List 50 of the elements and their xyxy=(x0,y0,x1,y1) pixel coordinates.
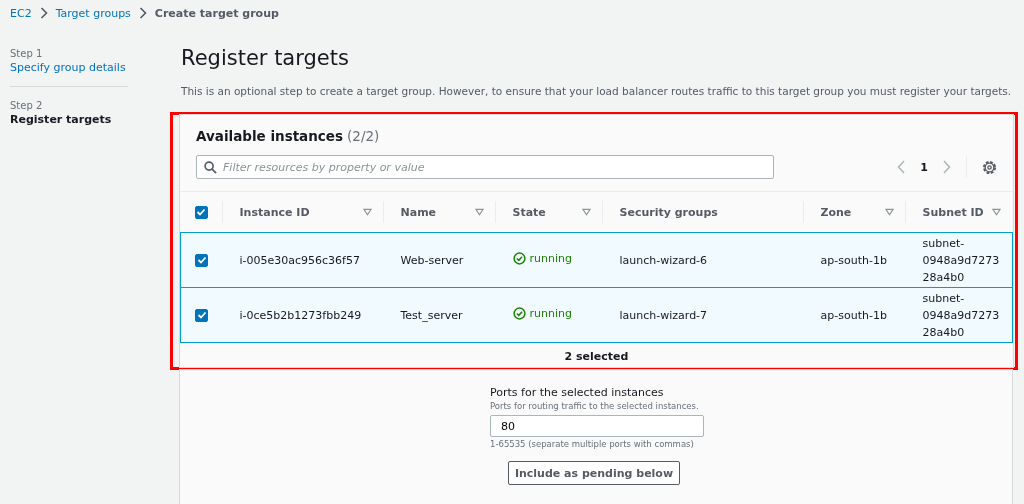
sort-icon[interactable] xyxy=(884,208,894,216)
step-link[interactable]: Register targets xyxy=(10,113,128,126)
field-label: Ports for the selected instances xyxy=(490,386,665,399)
next-page-icon[interactable] xyxy=(943,160,951,174)
breadcrumb-link[interactable]: EC2 xyxy=(10,6,32,20)
row-checkbox[interactable] xyxy=(195,308,208,322)
panel-title: Available instances xyxy=(196,128,344,144)
page-description: This is an optional step to create a target group. However, to ensure that your load balancer routes traffic to this target group you must register your targets. xyxy=(181,85,1013,97)
state-text: running xyxy=(529,252,572,265)
sort-icon[interactable] xyxy=(474,208,484,216)
sort-icon[interactable] xyxy=(362,208,372,216)
chevron-icon xyxy=(138,7,147,19)
table-row[interactable]: i-0ce5b2b1273fbb249 Test_server running launch-wizard-7 ap-south-1b subnet- 0948a9d7273 28a4b0 xyxy=(180,287,1013,343)
table-cell: i-0ce5b2b1273fbb249 xyxy=(239,308,362,322)
step-number: Step 2 xyxy=(10,100,44,111)
column-header[interactable]: Subnet ID xyxy=(922,205,984,219)
sort-icon[interactable] xyxy=(991,208,1001,216)
table-cell: launch-wizard-7 xyxy=(619,308,708,322)
step-number: Step 1 xyxy=(10,48,44,59)
page-number[interactable]: 1 xyxy=(920,160,928,174)
table-cell: ap-south-1b xyxy=(820,308,887,322)
sort-icon[interactable] xyxy=(581,208,591,216)
table-cell: i-005e30ac956c36f57 xyxy=(239,253,360,267)
page-title: Register targets xyxy=(181,46,350,70)
table-cell-text: subnet- 0948a9d7273 28a4b0 xyxy=(922,290,1000,341)
settings-icon[interactable] xyxy=(982,159,997,175)
table-cell: Web-server xyxy=(400,253,464,267)
field-hint: 1-65535 (separate multiple ports with commas) xyxy=(490,439,695,449)
chevron-icon xyxy=(39,7,48,19)
table-cell: launch-wizard-6 xyxy=(619,253,708,267)
step-link[interactable]: Specify group details xyxy=(10,61,128,74)
row-checkbox[interactable] xyxy=(195,253,208,267)
instance-count: (2/2) xyxy=(347,128,380,144)
state-text: running xyxy=(529,307,572,320)
breadcrumb-current: Create target group xyxy=(154,6,279,20)
column-header[interactable]: Name xyxy=(400,205,437,219)
include-button[interactable]: Include as pending below xyxy=(508,461,680,485)
column-header[interactable]: Security groups xyxy=(619,205,718,219)
previous-page-icon[interactable] xyxy=(897,160,906,174)
ports-field[interactable]: 80 xyxy=(490,415,704,437)
search-field[interactable]: Filter resources by property or value xyxy=(196,155,774,179)
table-cell: Test_server xyxy=(400,308,463,322)
column-header[interactable]: Instance ID xyxy=(239,205,310,219)
field-description: Ports for routing traffic to the selected instances. xyxy=(490,401,700,411)
column-header[interactable]: State xyxy=(512,205,546,219)
breadcrumb-link[interactable]: Target groups xyxy=(55,6,131,20)
selection-count: 2 selected xyxy=(564,350,629,363)
select-all-checkbox[interactable] xyxy=(194,205,208,219)
column-header[interactable]: Zone xyxy=(820,205,852,219)
table-cell: ap-south-1b xyxy=(820,253,887,267)
